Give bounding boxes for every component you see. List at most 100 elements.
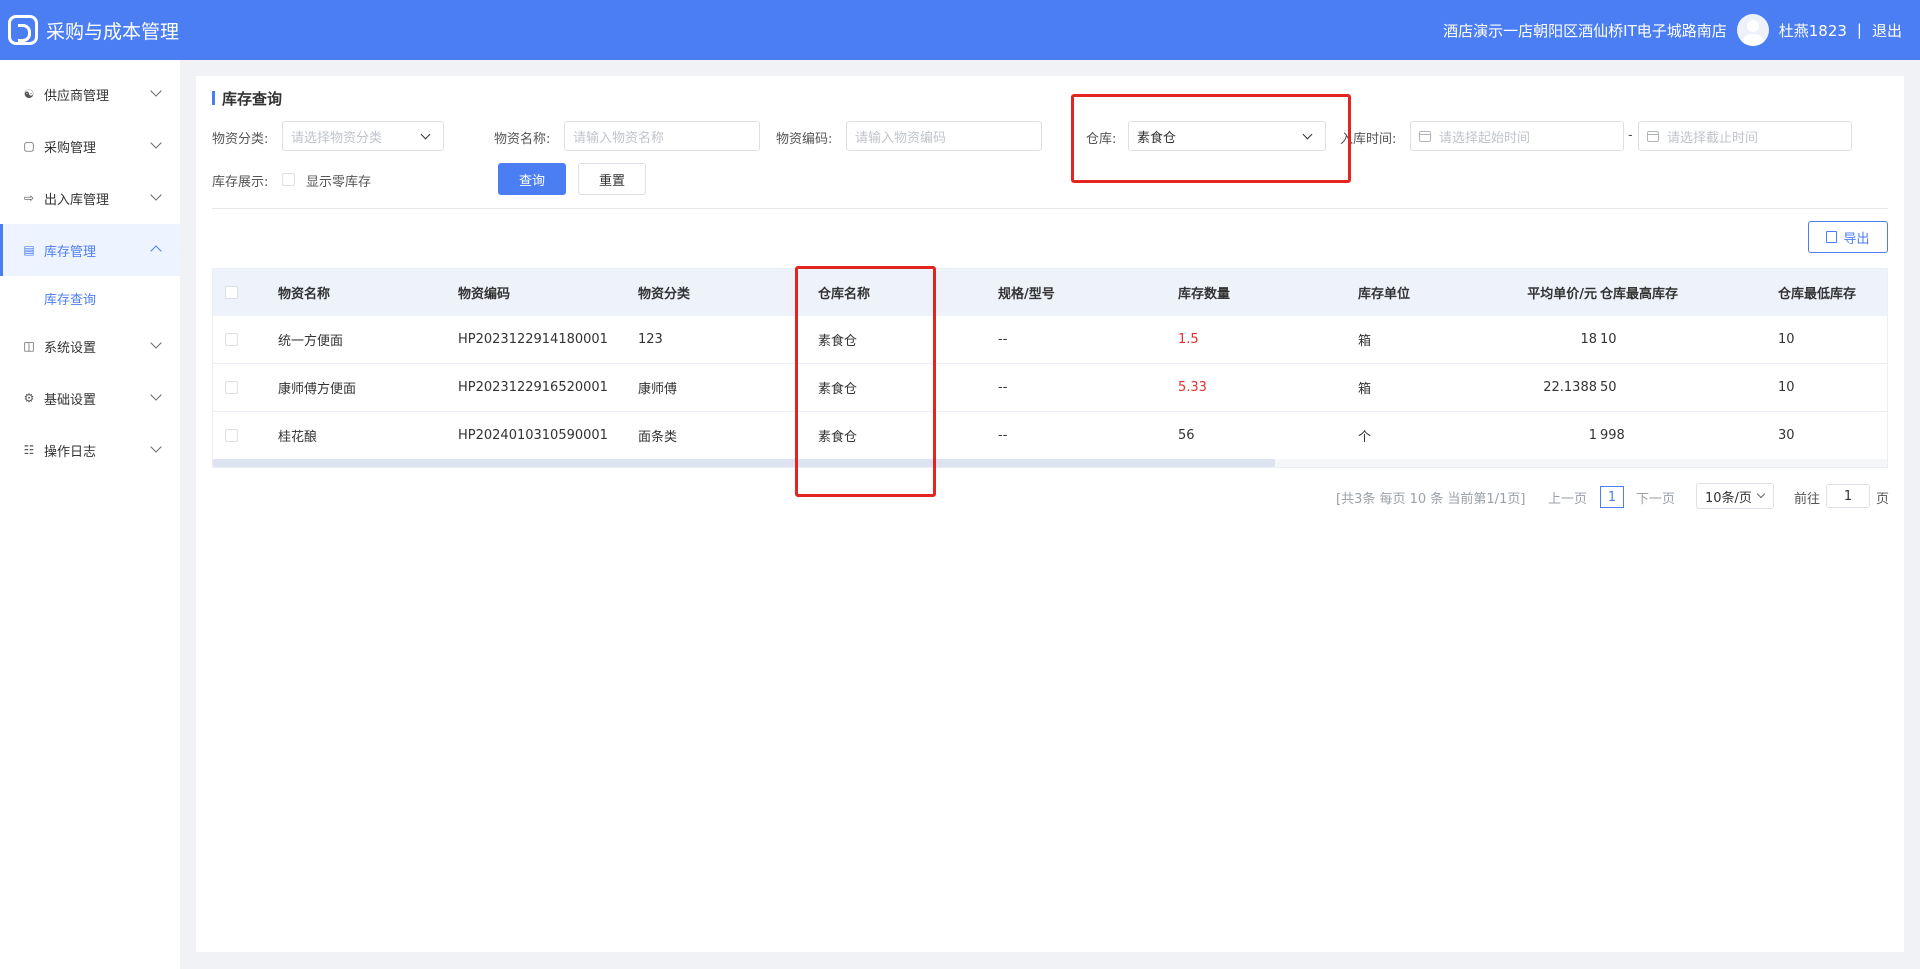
prev-page-button[interactable]: 上一页 [1548, 488, 1587, 507]
page-number-button[interactable]: 1 [1600, 486, 1624, 508]
user-area: 酒店演示一店朝阳区酒仙桥IT电子城路南店 杜燕1823 | 退出 [1443, 0, 1902, 60]
sidebar-item-label: 供应商管理 [44, 88, 110, 104]
avatar[interactable] [1736, 14, 1769, 46]
sidebar-item-purchase[interactable]: ▢ 采购管理 [0, 120, 180, 172]
cell-max: 50 [1600, 380, 1617, 395]
column-header[interactable]: 仓库名称 [818, 269, 870, 316]
chevron-down-icon [150, 189, 162, 201]
cell-min: 10 [1778, 332, 1795, 347]
show-zero-stock-label[interactable]: 显示零库存 [306, 171, 371, 190]
cell-category: 123 [638, 332, 663, 347]
cell-spec: -- [998, 428, 1008, 443]
divider [212, 208, 1888, 209]
row-select-cell [225, 316, 238, 363]
start-date-picker[interactable]: 请选择起始时间 [1410, 121, 1624, 151]
category-select[interactable]: 请选择物资分类 [282, 121, 444, 151]
pagination-summary: [共3条 每页 10 条 当前第1/1页] [1336, 492, 1526, 507]
select-all-checkbox[interactable] [225, 286, 238, 299]
calendar-icon [1647, 130, 1659, 142]
query-button[interactable]: 查询 [498, 163, 566, 195]
cell-min: 30 [1778, 428, 1795, 443]
row-checkbox[interactable] [225, 333, 238, 346]
cell-max: 998 [1600, 428, 1625, 443]
row-checkbox[interactable] [225, 429, 238, 442]
cell-unit: 箱 [1358, 382, 1372, 397]
content-card: 库存查询 物资分类: 请选择物资分类 物资名称: 请输入物资名称 物资编码: 请… [196, 76, 1904, 952]
cell-name: 康师傅方便面 [278, 382, 357, 397]
table-row[interactable]: 统一方便面 HP2023122914180001 123 素食仓 -- 1.5 … [213, 316, 1887, 364]
header-separator: | [1856, 21, 1862, 39]
scrollbar-thumb[interactable] [213, 459, 1275, 467]
chevron-down-icon [150, 337, 162, 349]
export-button[interactable]: 导出 [1808, 221, 1888, 253]
calendar-icon [1419, 130, 1431, 142]
horizontal-scrollbar[interactable] [213, 459, 1887, 467]
sidebar-item-inout[interactable]: ⇨ 出入库管理 [0, 172, 180, 224]
end-date-picker[interactable]: 请选择截止时间 [1638, 121, 1852, 151]
cell-qty: 1.5 [1178, 332, 1199, 347]
cell-category: 面条类 [638, 430, 678, 445]
column-header[interactable]: 物资名称 [278, 269, 330, 316]
column-header[interactable]: 物资编码 [458, 269, 510, 316]
warehouse-select[interactable]: 素食仓 [1128, 121, 1326, 151]
start-date-placeholder: 请选择起始时间 [1439, 130, 1531, 146]
system-icon: ◫ [23, 339, 35, 353]
sidebar-item-supplier[interactable]: ☯ 供应商管理 [0, 68, 180, 120]
next-page-button[interactable]: 下一页 [1636, 488, 1675, 507]
sidebar-item-inventory[interactable]: ▤ 库存管理 [0, 224, 180, 276]
column-header[interactable]: 库存数量 [1178, 269, 1230, 316]
table-row[interactable]: 桂花酿 HP2024010310590001 面条类 素食仓 -- 56 个 1… [213, 412, 1887, 460]
column-header[interactable]: 库存单位 [1358, 269, 1410, 316]
name-input[interactable]: 请输入物资名称 [564, 121, 760, 151]
cell-unit: 箱 [1358, 334, 1372, 349]
sidebar-item-label: 采购管理 [44, 140, 97, 156]
chevron-down-icon [1302, 129, 1313, 140]
cell-unit: 个 [1358, 430, 1372, 445]
column-header[interactable]: 规格/型号 [998, 269, 1055, 316]
page-size-select[interactable]: 10条/页 [1696, 483, 1774, 509]
cell-name: 桂花酿 [278, 430, 318, 445]
export-icon [1826, 231, 1838, 243]
logout-button[interactable]: 退出 [1872, 20, 1902, 41]
store-name[interactable]: 酒店演示一店朝阳区酒仙桥IT电子城路南店 [1443, 20, 1727, 41]
cell-spec: -- [998, 380, 1008, 395]
sidebar-item-basic[interactable]: ⚙ 基础设置 [0, 372, 180, 424]
page-suffix: 页 [1876, 492, 1890, 507]
reset-button[interactable]: 重置 [578, 163, 646, 195]
date-separator: - [1628, 128, 1633, 143]
sidebar-subitem-inventory-query[interactable]: 库存查询 [0, 276, 180, 320]
table-row[interactable]: 康师傅方便面 HP2023122916520001 康师傅 素食仓 -- 5.3… [213, 364, 1887, 412]
export-label: 导出 [1843, 231, 1870, 247]
logo-icon [8, 15, 38, 45]
chevron-down-icon [150, 85, 162, 97]
app-title: 采购与成本管理 [46, 20, 180, 43]
row-checkbox[interactable] [225, 381, 238, 394]
cell-price: 18 [1580, 332, 1597, 347]
purchase-icon: ▢ [23, 139, 35, 153]
cell-category: 康师傅 [638, 382, 678, 397]
user-name[interactable]: 杜燕1823 [1779, 20, 1847, 41]
sidebar-item-system[interactable]: ◫ 系统设置 [0, 320, 180, 372]
code-input[interactable]: 请输入物资编码 [846, 121, 1042, 151]
chevron-down-icon [150, 389, 162, 401]
cell-warehouse: 素食仓 [818, 334, 858, 349]
chevron-down-icon [420, 129, 431, 140]
table-header: 物资名称 物资编码 物资分类 仓库名称 规格/型号 库存数量 库存单位 平均单价… [213, 269, 1887, 316]
cell-min: 10 [1778, 380, 1795, 395]
show-zero-stock-checkbox[interactable] [282, 173, 295, 186]
category-placeholder: 请选择物资分类 [291, 130, 383, 146]
page-size-value: 10条/页 [1705, 490, 1752, 506]
column-header[interactable]: 仓库最低库存 [1778, 269, 1856, 316]
column-header[interactable]: 物资分类 [638, 269, 690, 316]
sidebar-item-label: 操作日志 [44, 444, 97, 460]
cell-price: 22.1388 [1543, 380, 1597, 395]
select-all-cell [225, 269, 238, 316]
cell-warehouse: 素食仓 [818, 430, 858, 445]
category-label: 物资分类: [212, 132, 269, 147]
inventory-table: 物资名称 物资编码 物资分类 仓库名称 规格/型号 库存数量 库存单位 平均单价… [212, 268, 1888, 468]
column-header[interactable]: 仓库最高库存 [1600, 269, 1678, 316]
sidebar-item-log[interactable]: ☷ 操作日志 [0, 424, 180, 476]
goto-page-input[interactable]: 1 [1826, 484, 1870, 508]
column-header[interactable]: 平均单价/元 [1453, 269, 1597, 316]
page-title: 库存查询 [212, 88, 282, 109]
